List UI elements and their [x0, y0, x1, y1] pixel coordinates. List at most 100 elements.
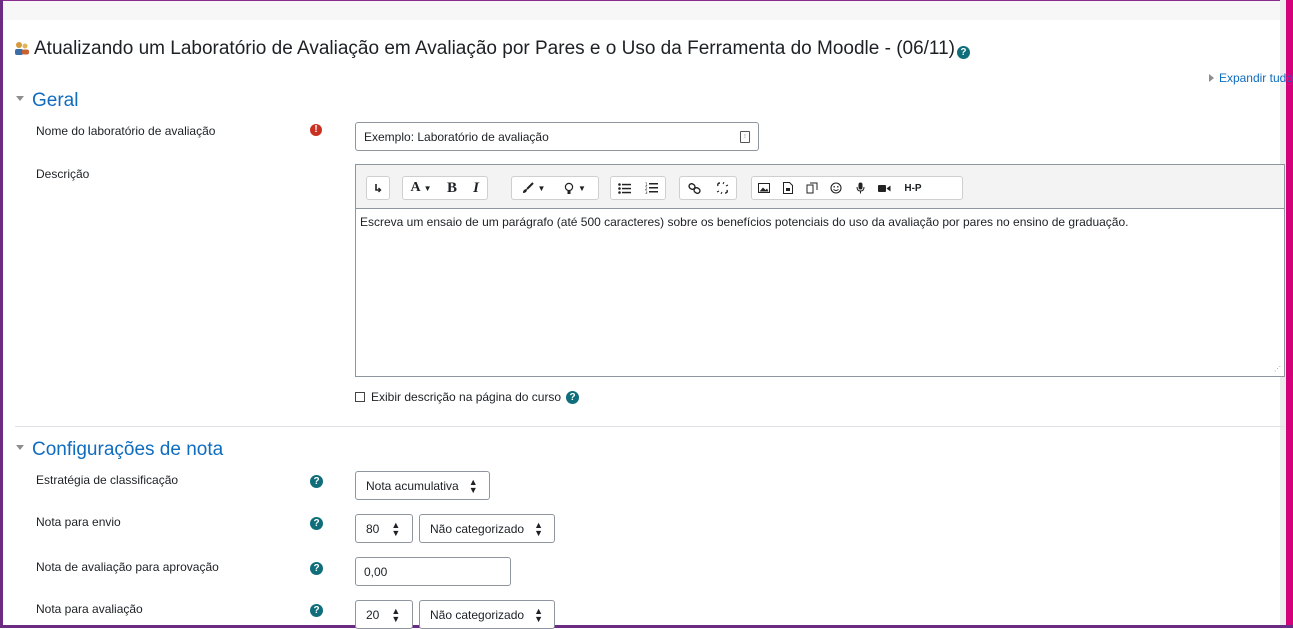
submission-grade-select[interactable]: 80 ▲ ▼: [355, 514, 413, 543]
copy-files-icon: [806, 182, 818, 194]
assessment-grade-value: 20: [366, 607, 380, 622]
lightbulb-icon: [564, 182, 574, 194]
show-description-label: Exibir descrição na página do curso: [371, 390, 562, 404]
toolbar-group-3: ▼ ▼: [511, 176, 599, 200]
workshop-name-input[interactable]: Exemplo: Laboratório de avaliação ⁝: [355, 122, 759, 151]
italic-button[interactable]: I: [465, 177, 487, 199]
font-style-glyph: A: [410, 180, 421, 195]
text-color-button[interactable]: ▼: [512, 177, 554, 199]
media-file-icon: [783, 182, 793, 194]
h5p-button[interactable]: H-P: [896, 177, 930, 199]
dropdown-icon: ▼: [578, 183, 586, 193]
assessment-category-select[interactable]: Não categorizado ▲ ▼: [419, 600, 555, 629]
expand-all-label: Expandir tudo: [1218, 71, 1293, 85]
toolbar-group-4: 123: [610, 176, 666, 200]
assessment-pass-input[interactable]: 0,00: [355, 557, 511, 586]
record-audio-button[interactable]: [848, 177, 872, 199]
toolbar-group-2: A ▼ B I: [402, 176, 488, 200]
link-button[interactable]: [680, 177, 708, 199]
collapse-caret-icon: [16, 96, 24, 101]
help-icon[interactable]: ?: [310, 562, 323, 575]
description-label: Descrição: [36, 167, 90, 181]
highlight-button[interactable]: ▼: [554, 177, 596, 199]
expand-arrow-icon: [1208, 74, 1214, 82]
help-icon[interactable]: ?: [310, 517, 323, 530]
form-field-icon: ⁝: [740, 130, 750, 143]
bullet-list-icon: [618, 182, 631, 194]
select-arrows-icon: ▲ ▼: [534, 605, 543, 624]
font-style-button[interactable]: A ▼: [403, 177, 439, 199]
editor-toolbar: A ▼ B I ▼ ▼ 123 H-P: [356, 165, 1284, 209]
toolbar-group-6: H-P: [751, 176, 963, 200]
collapse-caret-icon: [16, 445, 24, 450]
image-icon: [758, 183, 770, 193]
frame-left-border: [0, 0, 3, 628]
submission-category-value: Não categorizado: [430, 521, 525, 536]
description-editor[interactable]: A ▼ B I ▼ ▼ 123 H-P Escreva um ensaio de…: [355, 164, 1285, 377]
record-video-button[interactable]: [872, 177, 896, 199]
submission-grade-value: 80: [366, 521, 380, 536]
section-divider: [15, 426, 1285, 427]
microphone-icon: [856, 182, 864, 194]
h5p-icon: H-P: [904, 182, 922, 194]
assessment-pass-value: 0,00: [364, 564, 388, 579]
frame-right-border: [1286, 0, 1293, 628]
media-button[interactable]: [776, 177, 800, 199]
help-icon[interactable]: ?: [310, 475, 323, 488]
collapse-toolbar-button[interactable]: [367, 177, 389, 199]
unlink-icon: [716, 182, 728, 194]
page-title: Atualizando um Laboratório de Avaliação …: [14, 38, 970, 60]
select-arrows-icon: ▲ ▼: [391, 605, 401, 624]
ordered-list-button[interactable]: 123: [638, 177, 665, 199]
grading-strategy-value: Nota acumulativa: [366, 478, 459, 493]
toolbar-group-5: [679, 176, 737, 200]
numbered-list-icon: 123: [645, 182, 658, 194]
dropdown-icon: ▼: [423, 183, 432, 193]
bold-glyph: B: [446, 179, 457, 196]
assessment-pass-label: Nota de avaliação para aprovação: [36, 560, 219, 574]
assessment-category-value: Não categorizado: [430, 607, 525, 622]
section-general-title: Geral: [32, 90, 79, 111]
link-icon: [687, 182, 701, 194]
select-arrows-icon: ▲ ▼: [534, 519, 543, 538]
unordered-list-button[interactable]: [611, 177, 638, 199]
required-icon: !: [310, 124, 322, 136]
assessment-grade-label: Nota para avaliação: [36, 602, 143, 616]
help-icon[interactable]: ?: [310, 604, 323, 617]
select-arrows-icon: ▲ ▼: [468, 476, 478, 495]
toolbar-group-1: [366, 176, 390, 200]
submission-category-select[interactable]: Não categorizado ▲ ▼: [419, 514, 555, 543]
resize-grip-icon[interactable]: ⋰: [1274, 365, 1281, 373]
show-description-checkbox[interactable]: [355, 392, 365, 402]
grading-strategy-select[interactable]: Nota acumulativa ▲ ▼: [355, 471, 490, 500]
description-text: Escreva um ensaio de um parágrafo (até 5…: [360, 215, 1129, 229]
video-camera-icon: [877, 184, 890, 192]
section-grades-header[interactable]: Configurações de nota: [16, 439, 223, 461]
emoji-icon: [830, 182, 842, 194]
dropdown-icon: ▼: [537, 183, 546, 193]
section-grades-title: Configurações de nota: [32, 439, 224, 460]
page-title-text: Atualizando um Laboratório de Avaliação …: [34, 38, 955, 59]
image-button[interactable]: [752, 177, 776, 199]
help-icon[interactable]: ?: [566, 390, 580, 404]
emoji-button[interactable]: [824, 177, 848, 199]
collapse-arrow-icon: [375, 184, 382, 193]
svg-text:3: 3: [645, 190, 648, 194]
top-bar: [0, 0, 1293, 20]
expand-all-link[interactable]: Expandir tudo: [1208, 71, 1293, 85]
italic-glyph: I: [473, 179, 479, 196]
grading-strategy-label: Estratégia de classificação: [36, 473, 179, 487]
select-arrows-icon: ▲ ▼: [391, 519, 401, 538]
unlink-button[interactable]: [708, 177, 736, 199]
workshop-name-value: Exemplo: Laboratório de avaliação: [364, 129, 549, 144]
workshop-icon: [14, 39, 30, 55]
manage-files-button[interactable]: [800, 177, 824, 199]
section-general-header[interactable]: Geral: [16, 90, 78, 112]
brush-icon: [522, 182, 534, 193]
assessment-grade-select[interactable]: 20 ▲ ▼: [355, 600, 413, 629]
name-label: Nome do laboratório de avaliação: [36, 124, 216, 138]
submission-grade-label: Nota para envio: [36, 515, 121, 529]
help-icon[interactable]: ?: [956, 46, 970, 59]
bold-button[interactable]: B: [439, 177, 465, 199]
show-description-row: Exibir descrição na página do curso ?: [355, 390, 580, 404]
